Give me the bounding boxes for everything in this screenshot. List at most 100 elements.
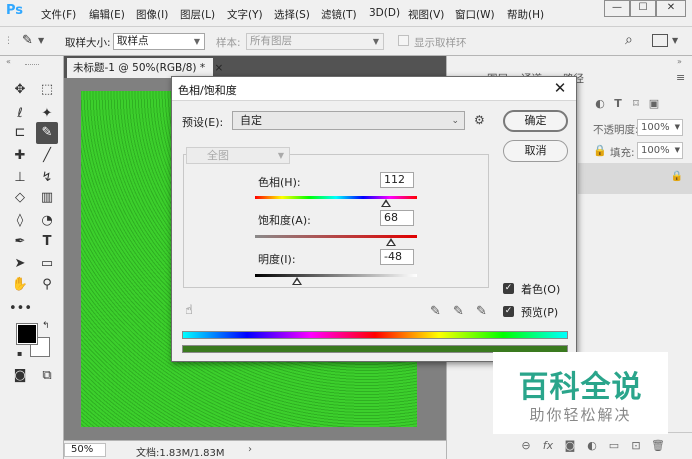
ok-button[interactable]: 确定	[503, 110, 568, 132]
history-brush-tool-icon[interactable]: ↯	[36, 167, 58, 189]
saturation-input[interactable]: 68	[380, 210, 414, 226]
close-icon[interactable]: ✕	[550, 78, 570, 98]
type-filter-icon[interactable]: T	[611, 97, 625, 111]
eraser-tool-icon[interactable]: ◇	[9, 187, 31, 209]
sample-size-select[interactable]: 取样点 ▼	[113, 33, 205, 50]
new-group-icon[interactable]: ▭	[607, 439, 621, 453]
chevron-down-icon[interactable]: ▼	[672, 36, 678, 45]
eyedropper-minus-icon[interactable]: ✎	[476, 304, 487, 319]
shape-filter-icon[interactable]: ⌑	[629, 97, 643, 111]
search-icon[interactable]: ⌕	[625, 32, 633, 48]
preset-select[interactable]: 自定 ⌄	[232, 111, 465, 130]
eyedropper-tool-icon[interactable]: ✎	[22, 33, 33, 48]
menu-file[interactable]: 文件(F)	[41, 7, 76, 22]
rectangle-tool-icon[interactable]: ▭	[36, 253, 58, 275]
document-size-info: 文档:1.83M/1.83M	[136, 448, 225, 459]
tool-preset-chevron-icon[interactable]: ▼	[38, 36, 44, 45]
lightness-input[interactable]: -48	[380, 249, 414, 265]
pen-tool-icon[interactable]: ✒	[9, 231, 31, 253]
stamp-tool-icon[interactable]: ⊥	[9, 167, 31, 189]
saturation-slider-thumb[interactable]	[386, 238, 397, 246]
menu-type[interactable]: 文字(Y)	[227, 7, 263, 22]
close-tab-icon[interactable]: ×	[214, 62, 223, 74]
foreground-color-swatch[interactable]	[16, 323, 38, 345]
smart-object-filter-icon[interactable]: ▣	[647, 97, 661, 111]
quick-mask-icon[interactable]: ◙	[9, 365, 31, 387]
collapse-icon[interactable]: «	[6, 57, 11, 66]
sample-select[interactable]: 所有图层 ▼	[246, 33, 384, 50]
eyedropper-icon[interactable]: ✎	[430, 304, 441, 319]
more-tools-icon[interactable]: •••	[9, 298, 32, 320]
eyedropper-tool-icon[interactable]: ✎	[36, 122, 58, 144]
close-window-button[interactable]: ✕	[656, 0, 686, 17]
fx-icon[interactable]: fx	[541, 439, 555, 453]
menu-view[interactable]: 视图(V)	[408, 7, 444, 22]
panel-grip	[25, 64, 39, 65]
menu-edit[interactable]: 编辑(E)	[89, 7, 125, 22]
default-colors-icon[interactable]: ▪	[17, 349, 22, 358]
workspace-icon[interactable]	[652, 34, 668, 47]
show-ring-checkbox[interactable]	[398, 35, 409, 46]
grip-icon: ⋮	[4, 36, 13, 46]
brush-tool-icon[interactable]: ╱	[36, 145, 58, 167]
photoshop-logo: Ps	[6, 3, 24, 18]
delete-layer-icon[interactable]: 🗑	[651, 439, 665, 453]
zoom-field[interactable]: 50%	[64, 443, 106, 457]
move-tool-icon[interactable]: ✥	[9, 79, 31, 101]
blur-tool-icon[interactable]: ◊	[9, 210, 31, 232]
menu-help[interactable]: 帮助(H)	[507, 7, 544, 22]
panel-menu-icon[interactable]: ≡	[676, 71, 685, 84]
swap-colors-icon[interactable]: ↰	[42, 321, 50, 331]
gear-icon[interactable]: ⚙	[474, 113, 485, 127]
gradient-tool-icon[interactable]: ▥	[36, 187, 58, 209]
lightness-slider-thumb[interactable]	[292, 277, 303, 285]
tools-panel: « ✥ ⬚ ℓ ✦ ⊏ ✎ ✚ ╱ ⊥ ↯ ◇ ▥ ◊ ◔ ✒ T ➤ ▭ ✋ …	[0, 56, 64, 459]
dodge-tool-icon[interactable]: ◔	[36, 210, 58, 232]
opacity-field[interactable]: 100% ▼	[637, 119, 683, 136]
healing-brush-tool-icon[interactable]: ✚	[9, 145, 31, 167]
chevron-down-icon: ⌄	[451, 116, 459, 126]
menu-select[interactable]: 选择(S)	[274, 7, 310, 22]
path-selection-tool-icon[interactable]: ➤	[9, 253, 31, 275]
show-ring-label: 显示取样环	[414, 37, 467, 49]
lightness-slider-track[interactable]	[255, 274, 417, 277]
eyedropper-plus-icon[interactable]: ✎	[453, 304, 464, 319]
menu-layer[interactable]: 图层(L)	[180, 7, 215, 22]
maximize-button[interactable]: ☐	[630, 0, 656, 17]
expand-icon[interactable]: »	[677, 57, 682, 66]
hue-slider-thumb[interactable]	[381, 199, 392, 207]
pixel-filter-icon[interactable]: ◐	[593, 97, 607, 111]
menu-window[interactable]: 窗口(W)	[455, 7, 495, 22]
link-layers-icon[interactable]: ⊖	[519, 439, 533, 453]
new-layer-icon[interactable]: ⊡	[629, 439, 643, 453]
hue-slider-track[interactable]	[255, 196, 417, 199]
cancel-button[interactable]: 取消	[503, 140, 568, 162]
adjustment-layer-icon[interactable]: ◐	[585, 439, 599, 453]
minimize-button[interactable]: —	[604, 0, 630, 17]
hand-tool-icon[interactable]: ✋	[9, 274, 31, 296]
channel-select[interactable]: 全图 ▼	[186, 147, 290, 164]
sample-label: 样本:	[216, 37, 241, 49]
screen-mode-icon[interactable]: ⧉	[36, 365, 58, 387]
fill-field[interactable]: 100% ▼	[637, 142, 683, 159]
preview-checkbox[interactable]: ✓	[503, 306, 514, 317]
marquee-tool-icon[interactable]: ⬚	[36, 79, 58, 101]
menu-filter[interactable]: 滤镜(T)	[321, 7, 357, 22]
type-tool-icon[interactable]: T	[36, 231, 58, 253]
menu-bar: Ps 文件(F) 编辑(E) 图像(I) 图层(L) 文字(Y) 选择(S) 滤…	[0, 0, 692, 27]
menu-image[interactable]: 图像(I)	[136, 7, 168, 22]
layer-row[interactable]: 🔒	[578, 163, 692, 194]
lock-icon[interactable]: 🔒	[593, 144, 607, 158]
targeted-adjustment-hand-icon[interactable]: ☝	[185, 303, 193, 318]
document-tab[interactable]: 未标题-1 @ 50%(RGB/8) * ×	[67, 58, 223, 78]
watermark-title: 百科全说	[518, 370, 643, 405]
colorize-checkbox[interactable]: ✓	[503, 283, 514, 294]
menu-3d[interactable]: 3D(D)	[369, 7, 400, 19]
input-spectrum-bar	[182, 331, 568, 339]
crop-tool-icon[interactable]: ⊏	[9, 122, 31, 144]
dialog-title-bar[interactable]: 色相/饱和度 ✕	[172, 77, 576, 101]
status-menu-arrow-icon[interactable]: ›	[248, 444, 252, 455]
add-mask-icon[interactable]: ◙	[563, 439, 577, 453]
hue-input[interactable]: 112	[380, 172, 414, 188]
zoom-tool-icon[interactable]: ⚲	[36, 274, 58, 296]
